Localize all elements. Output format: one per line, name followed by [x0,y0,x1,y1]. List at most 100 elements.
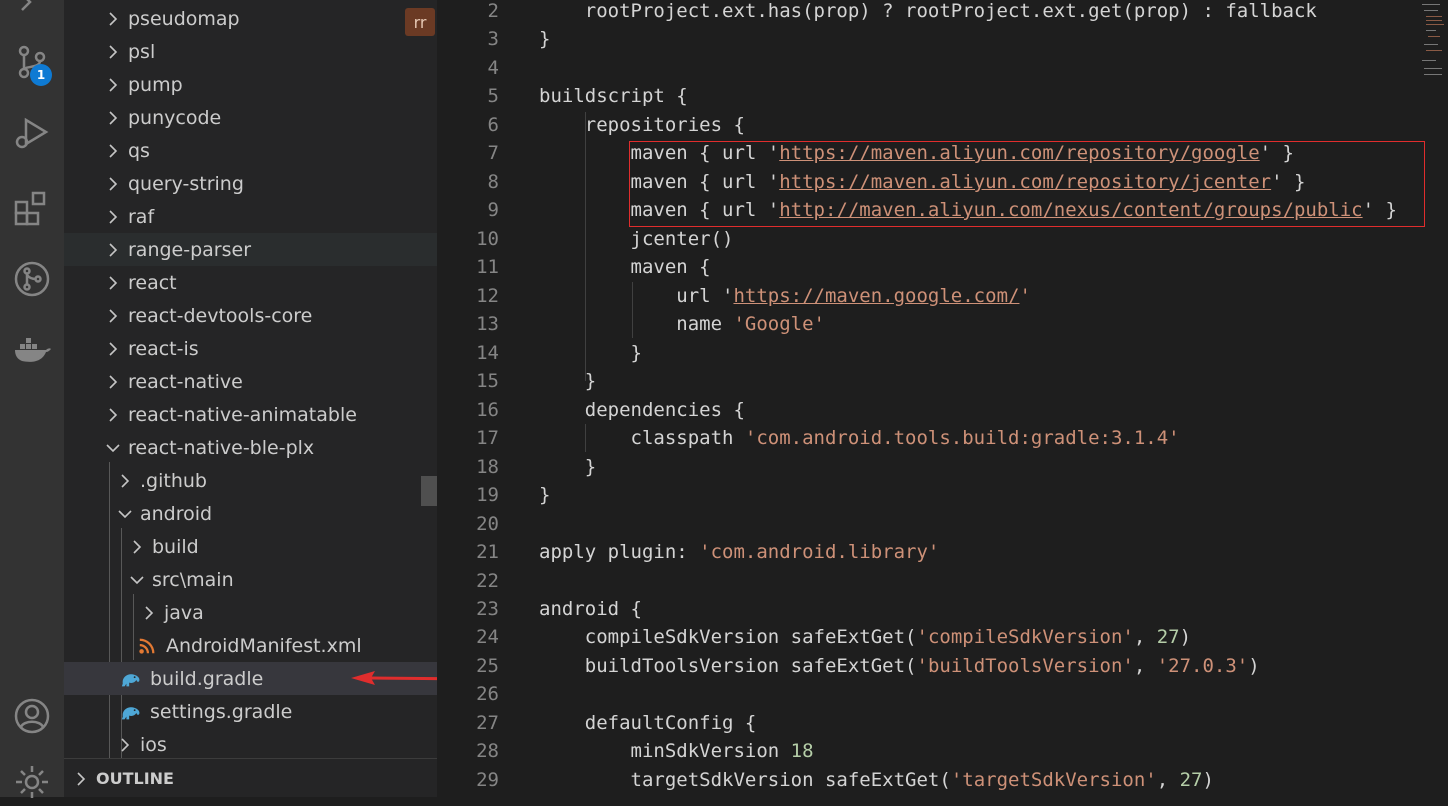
tree-item-react-native[interactable]: react-native [64,365,437,398]
tree-item-label: react-devtools-core [128,304,313,327]
tree-item-build[interactable]: build [64,530,437,563]
tree-item-react-devtools-core[interactable]: react-devtools-core [64,299,437,332]
line-number: 24 [476,626,499,648]
code-text: name [539,313,734,335]
chevron-right-icon [104,274,122,292]
line-number: 5 [487,85,499,107]
tree-item-androidmanifest[interactable]: AndroidManifest.xml [64,629,437,662]
line-number: 15 [476,370,499,392]
tree-item-ios[interactable]: ios [64,728,437,761]
line-number: 20 [476,513,499,535]
code-line: classpath 'com.android.tools.build:gradl… [539,424,1180,452]
code-line: targetSdkVersion safeExtGet('targetSdkVe… [539,766,1214,794]
tree-item-label: raf [128,205,155,228]
chevron-right-icon [116,472,134,490]
tree-item-label: react-native-ble-plx [128,436,315,459]
code-text: minSdkVersion [539,740,791,762]
tree-item-punycode[interactable]: punycode [64,101,437,134]
tree-item-label: react [128,271,177,294]
rss-xml-icon [136,635,158,657]
chevron-right-icon [104,340,122,358]
tree-item-react[interactable]: react [64,266,437,299]
explorer-icon[interactable] [8,0,56,34]
code-line: repositories { [539,114,745,136]
code-line: name 'Google' [539,310,825,338]
tree-item-src-main[interactable]: src\main [64,563,437,596]
code-editor[interactable]: 2 3 4 5 6 7 8 9 10 11 12 13 14 15 16 17 … [437,0,1448,797]
line-number: 18 [476,456,499,478]
chevron-right-icon [116,736,134,754]
tree-item-settings-gradle[interactable]: settings.gradle [64,695,437,728]
source-control-badge: 1 [30,64,52,86]
rr-badge: rr [405,8,435,36]
tree-item-label: build.gradle [150,667,264,690]
code-line: compileSdkVersion safeExtGet('compileSdk… [539,623,1191,651]
editor-minimap[interactable] [1418,0,1448,80]
chevron-down-icon [104,439,122,457]
code-line: rootProject.ext.has(prop) ? rootProject.… [539,0,1317,22]
tree-item-react-is[interactable]: react-is [64,332,437,365]
chevron-right-icon [104,142,122,160]
chevron-right-icon [104,307,122,325]
chevron-right-icon [104,241,122,259]
line-number: 22 [476,570,499,592]
gradle-elephant-icon [120,701,142,723]
chevron-right-icon [104,406,122,424]
tree-item-query-string[interactable]: query-string [64,167,437,200]
repo-url-link[interactable]: https://maven.google.com/ [733,285,1019,307]
git-graph-icon[interactable] [8,255,56,303]
line-number: 21 [476,541,499,563]
code-line: buildToolsVersion safeExtGet('buildTools… [539,652,1260,680]
code-text: buildToolsVersion safeExtGet( [539,655,917,677]
account-icon[interactable] [8,692,56,740]
tree-item-range-parser[interactable]: range-parser [64,233,437,266]
tree-item-label: .github [140,469,207,492]
line-number: 28 [476,740,499,762]
code-line: defaultConfig { [539,712,757,734]
line-number: 4 [487,57,499,79]
line-number: 25 [476,655,499,677]
tree-item-qs[interactable]: qs [64,134,437,167]
chevron-right-icon [72,770,90,788]
code-text: classpath [539,427,745,449]
chevron-right-icon [104,109,122,127]
outline-section-header[interactable]: OUTLINE [64,758,437,797]
code-text: ) [1248,655,1260,677]
code-string: 'Google' [733,313,825,335]
extensions-icon[interactable] [8,184,56,232]
line-number: 14 [476,342,499,364]
tree-item-pump[interactable]: pump [64,68,437,101]
activity-bar: 1 [0,0,64,798]
code-line: maven { [539,256,711,278]
tree-item-react-native-ble-plx[interactable]: react-native-ble-plx [64,431,437,464]
tree-item-java[interactable]: java [64,596,437,629]
code-string: ' [1019,285,1031,307]
settings-gear-icon[interactable] [8,758,56,806]
chevron-right-icon [128,538,146,556]
tree-item-raf[interactable]: raf [64,200,437,233]
gradle-elephant-icon [120,668,142,690]
chevron-down-icon [116,505,134,523]
code-text: , [1156,769,1180,791]
tree-item-github[interactable]: .github [64,464,437,497]
tree-item-react-native-animatable[interactable]: react-native-animatable [64,398,437,431]
tree-item-android[interactable]: android [64,497,437,530]
tree-item-label: ios [140,733,167,756]
red-highlight-box [629,141,1425,227]
docker-icon[interactable] [8,326,56,374]
code-line: } [539,342,642,364]
code-line: dependencies { [539,399,745,421]
line-number: 19 [476,484,499,506]
tree-item-label: query-string [128,172,244,195]
sidebar-scrollbar-thumb[interactable] [421,476,437,506]
line-number: 2 [487,0,499,22]
tree-item-psl[interactable]: psl [64,35,437,68]
tree-item-pseudomap[interactable]: pseudomap [64,2,437,35]
code-text: , [1133,626,1157,648]
code-line: android { [539,598,642,620]
code-line: apply plugin: 'com.android.library' [539,538,939,566]
code-number: 18 [790,740,814,762]
line-number: 23 [476,598,499,620]
chevron-right-icon [104,175,122,193]
run-debug-icon[interactable] [8,108,56,156]
